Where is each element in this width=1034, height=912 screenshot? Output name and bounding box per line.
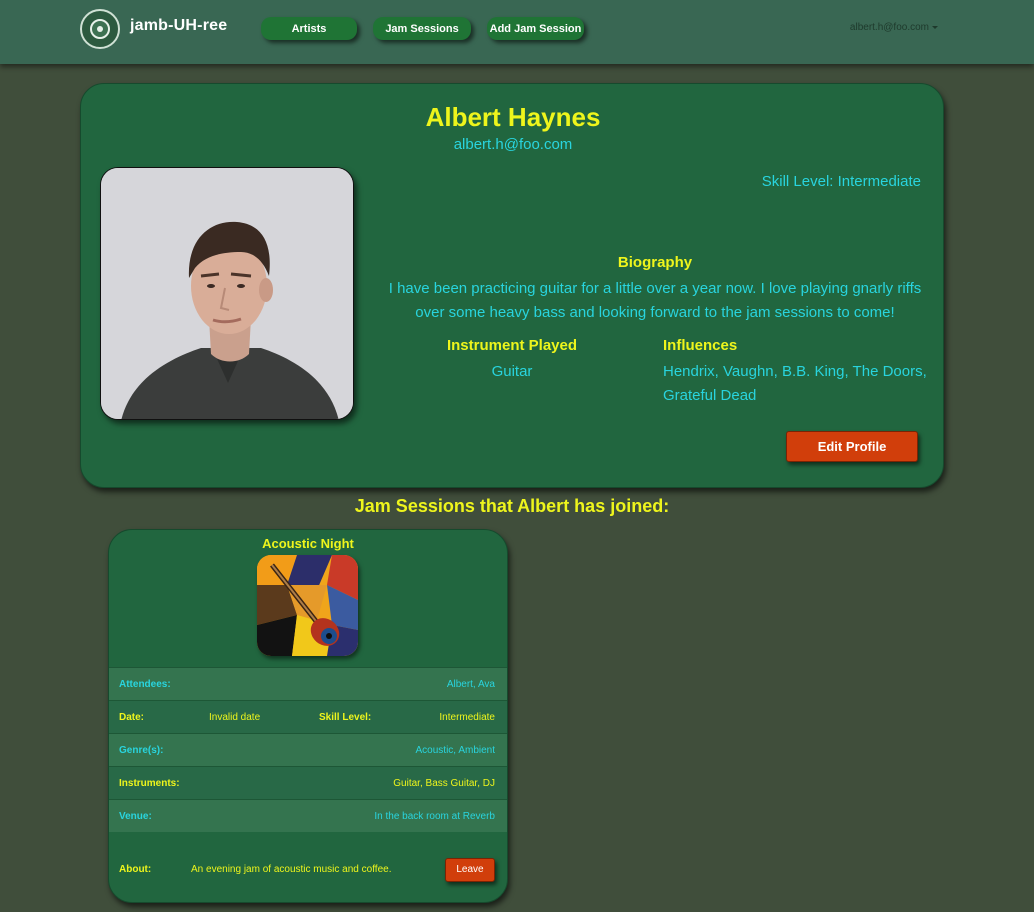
venue-label: Venue:: [119, 810, 152, 822]
sessions-heading: Jam Sessions that Albert has joined:: [354, 496, 670, 516]
genres-value: Acoustic, Ambient: [415, 744, 495, 756]
profile-email: albert.h@foo.com: [453, 136, 573, 153]
chevron-down-icon: [932, 26, 938, 29]
table-row: Venue: In the back room at Reverb: [109, 799, 507, 832]
instrument-value: Guitar: [491, 363, 533, 380]
biography-text: I have been practicing guitar for a litt…: [388, 280, 922, 321]
instruments-value: Guitar, Bass Guitar, DJ: [393, 777, 495, 789]
nav-add-jam-session-button[interactable]: Add Jam Session: [487, 17, 584, 40]
user-menu[interactable]: albert.h@foo.com: [850, 22, 938, 33]
about-row: About: An evening jam of acoustic music …: [109, 837, 507, 902]
venue-value: In the back room at Reverb: [374, 810, 495, 822]
profile-name: Albert Haynes: [425, 102, 601, 132]
navbar: jamb-UH-ree Artists Jam Sessions Add Jam…: [0, 0, 1034, 64]
skill-level-value: Intermediate: [439, 711, 495, 723]
jam-session-card: Acoustic Night Attendees: Albert, Ava Da…: [108, 529, 508, 903]
influences-heading: Influences: [663, 337, 738, 354]
instrument-heading: Instrument Played: [446, 337, 578, 354]
attendees-value: Albert, Ava: [446, 678, 495, 690]
profile-card: Albert Haynes albert.h@foo.com Skill Lev…: [80, 83, 944, 488]
instruments-label: Instruments:: [119, 777, 180, 789]
brand[interactable]: jamb-UH-ree: [80, 7, 227, 51]
attendees-label: Attendees:: [119, 678, 171, 690]
table-row: Genre(s): Acoustic, Ambient: [109, 733, 507, 766]
jam-session-title: Acoustic Night: [262, 536, 354, 551]
biography-heading: Biography: [617, 254, 693, 271]
profile-photo: [100, 167, 354, 420]
nav-jam-sessions-button[interactable]: Jam Sessions: [373, 17, 471, 40]
table-row: Instruments: Guitar, Bass Guitar, DJ: [109, 766, 507, 799]
about-label: About:: [119, 864, 152, 875]
genres-label: Genre(s):: [119, 744, 164, 756]
about-value: An evening jam of acoustic music and cof…: [191, 864, 392, 875]
date-value: Invalid date: [209, 711, 261, 723]
brand-name[interactable]: jamb-UH-ree: [130, 17, 227, 35]
table-row: Attendees: Albert, Ava: [109, 667, 507, 700]
leave-button[interactable]: Leave: [445, 857, 495, 882]
circular-seal-logo-icon: [80, 9, 120, 49]
influences-value: Hendrix, Vaughn, B.B. King, The Doors, G…: [663, 363, 927, 404]
skill-level-label: Skill Level:: [319, 711, 372, 723]
jam-session-image: [257, 555, 358, 656]
nav-artists-button[interactable]: Artists: [261, 17, 357, 40]
skill-level: Skill Level: Intermediate: [761, 173, 921, 190]
edit-profile-button[interactable]: Edit Profile: [786, 431, 918, 462]
jam-session-details: Attendees: Albert, Ava Date: Invalid dat…: [109, 667, 507, 832]
date-label: Date:: [119, 711, 145, 723]
user-email[interactable]: albert.h@foo.com: [850, 22, 929, 33]
table-row: Date: Invalid date Skill Level: Intermed…: [109, 700, 507, 733]
